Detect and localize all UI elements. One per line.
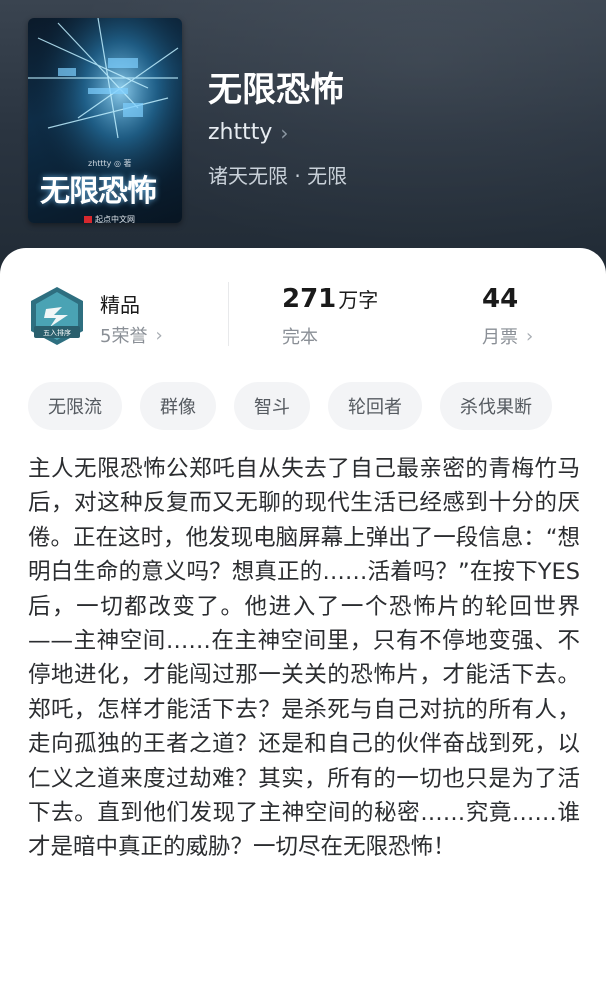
monthly-ticket-label: 月票 [482, 327, 518, 348]
publisher-logo-icon [84, 215, 92, 223]
author-link[interactable]: zhttty › [208, 120, 288, 145]
word-count: 271 万字 [282, 284, 378, 314]
word-count-unit: 万字 [338, 288, 379, 312]
tag-chip[interactable]: 轮回者 [328, 382, 422, 430]
honor-link[interactable]: 5荣誉 › [100, 322, 163, 348]
synopsis-text: 主人无限恐怖公郑吒自从失去了自己最亲密的青梅竹马后，对这种反复而又无聊的现代生活… [28, 456, 580, 861]
quality-label: 精品 [100, 293, 140, 317]
publisher-name: 起点中文网 [95, 215, 135, 223]
chevron-right-icon: › [526, 325, 534, 347]
stat-divider [228, 282, 229, 346]
word-count-value: 271 [282, 284, 337, 314]
tag-chip[interactable]: 群像 [140, 382, 216, 430]
book-title: 无限恐怖 [208, 70, 344, 110]
cover-publisher: 起点中文网 [84, 214, 135, 223]
badge-text: 五入排序 [43, 328, 71, 337]
chevron-right-icon: › [280, 120, 289, 145]
author-name: zhttty [208, 120, 273, 145]
tag-chip[interactable]: 杀伐果断 [440, 382, 552, 430]
tag-list: 无限流 群像 智斗 轮回者 杀伐果断 [28, 382, 552, 430]
tag-chip[interactable]: 智斗 [234, 382, 310, 430]
monthly-ticket-count: 44 [482, 284, 519, 314]
cover-title: 无限恐怖 [40, 174, 157, 209]
book-cover[interactable]: zhttty ◎ 著 无限恐怖 起点中文网 [28, 18, 182, 223]
tag-chip[interactable]: 无限流 [28, 382, 122, 430]
honor-count: 5荣誉 [100, 326, 148, 347]
monthly-ticket-link[interactable]: 月票 › [482, 323, 533, 349]
honor-badge-icon[interactable]: 五入排序 [28, 285, 86, 347]
genre-label: 诸天无限 · 无限 [208, 164, 348, 188]
chevron-right-icon: › [155, 324, 163, 346]
status-label: 完本 [282, 327, 318, 348]
